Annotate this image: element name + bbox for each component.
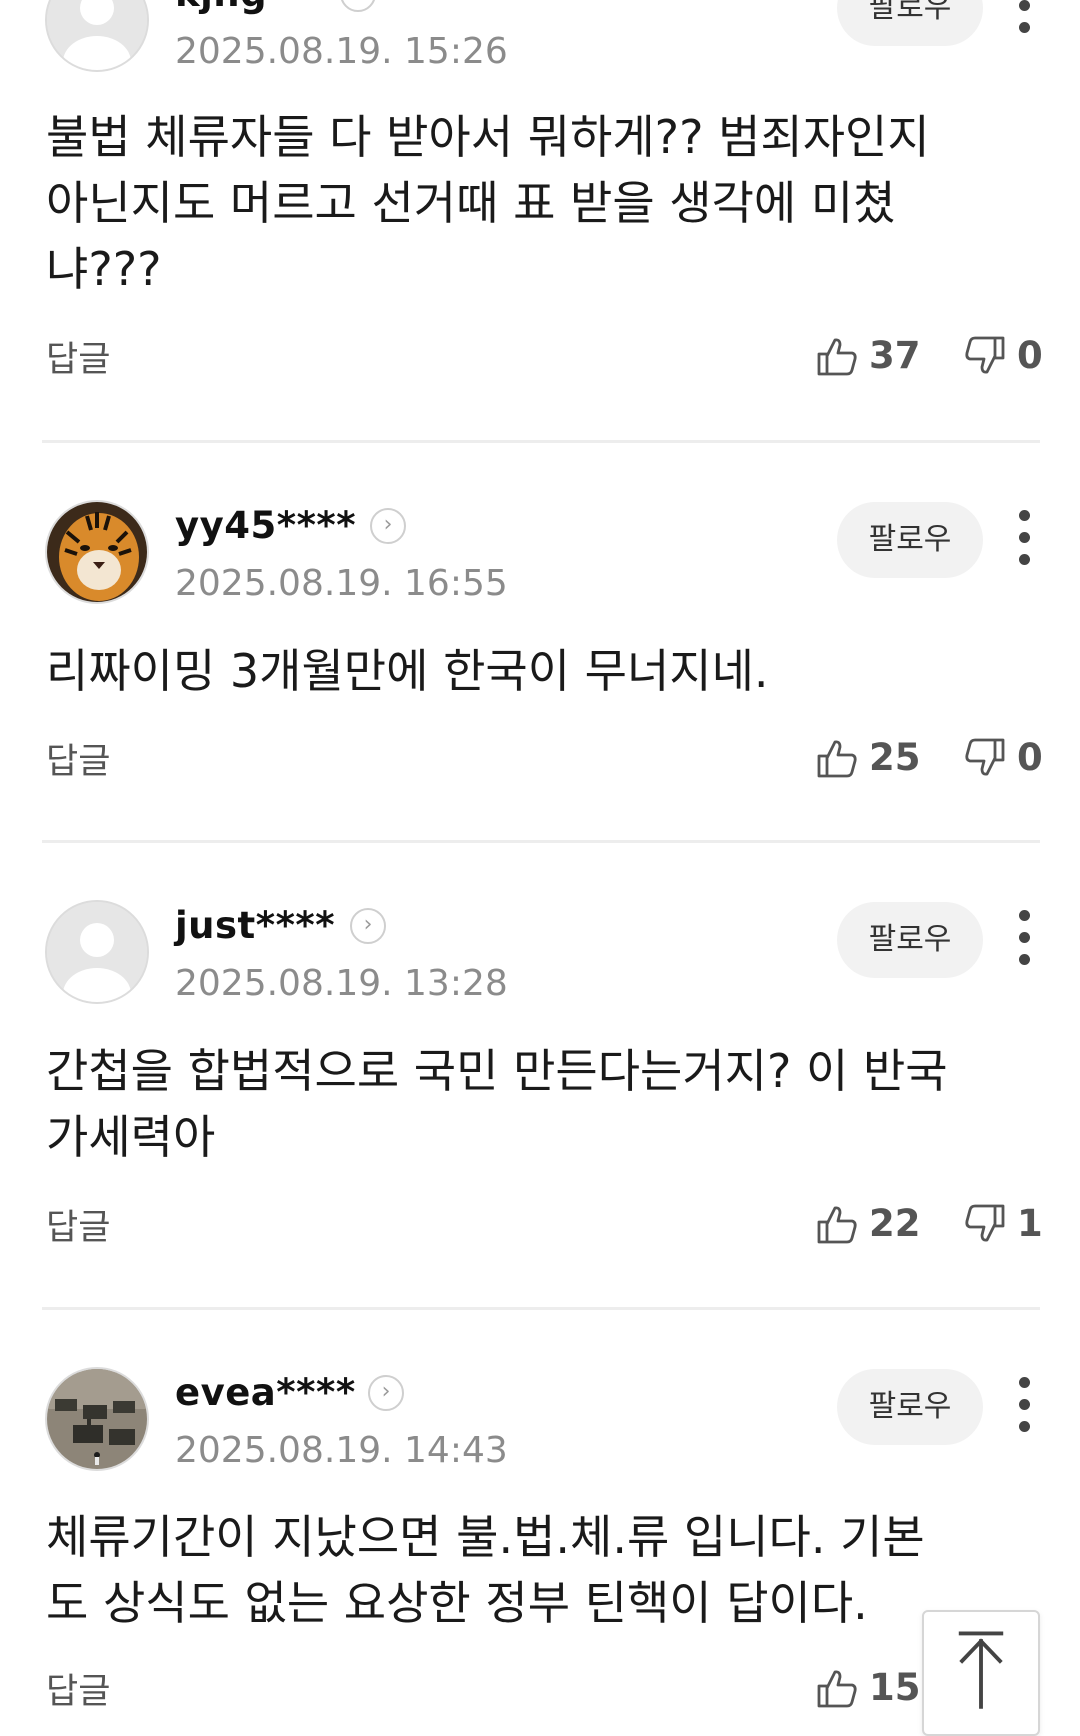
- thumbs-down-icon: [965, 336, 1005, 374]
- like-count: 15: [869, 1666, 921, 1709]
- dislike-button[interactable]: 1: [963, 1202, 1043, 1246]
- timestamp: 2025.08.19. 14:43: [175, 1430, 508, 1471]
- vertical-ellipsis-icon[interactable]: [1010, 0, 1040, 34]
- dislike-button[interactable]: 0: [963, 736, 1043, 780]
- divider: [42, 440, 1040, 443]
- username[interactable]: just****: [175, 904, 335, 948]
- chevron-right-icon[interactable]: ›: [368, 1375, 404, 1411]
- username[interactable]: yy45****: [175, 504, 356, 548]
- follow-button[interactable]: 팔로우: [837, 902, 983, 978]
- reply-button[interactable]: 답글: [46, 1670, 110, 1714]
- avatar[interactable]: [45, 900, 149, 1004]
- like-button[interactable]: 37: [815, 334, 921, 378]
- comment-body: 체류기간이 지났으면 불.법.체.류 입니다. 기본 도 상식도 없는 요상한 …: [46, 1510, 925, 1630]
- comment-body: 불법 체류자들 다 받아서 뭐하게?? 범죄자인지 아닌지도 머르고 선거때 표…: [46, 110, 930, 296]
- vertical-ellipsis-icon[interactable]: [1010, 910, 1040, 966]
- dislike-count: 0: [1017, 736, 1043, 779]
- like-button[interactable]: 22: [815, 1202, 921, 1246]
- timestamp: 2025.08.19. 13:28: [175, 963, 508, 1004]
- avatar[interactable]: [45, 0, 149, 72]
- thumbs-down-icon: [965, 738, 1005, 776]
- dislike-count: 1: [1017, 1202, 1043, 1245]
- avatar[interactable]: [45, 500, 149, 604]
- reply-button[interactable]: 답글: [46, 740, 110, 784]
- like-count: 22: [869, 1202, 921, 1245]
- timestamp: 2025.08.19. 15:26: [175, 31, 508, 72]
- timestamp: 2025.08.19. 16:55: [175, 563, 508, 604]
- chevron-right-icon[interactable]: ›: [340, 0, 376, 12]
- thumbs-down-icon: [965, 1204, 1005, 1242]
- tiger-avatar-image: [47, 502, 147, 602]
- reply-button[interactable]: 답글: [46, 338, 110, 382]
- username[interactable]: kjng: [175, 0, 267, 16]
- vertical-ellipsis-icon[interactable]: [1010, 510, 1040, 566]
- scroll-to-top-button[interactable]: [922, 1610, 1040, 1736]
- follow-button[interactable]: 팔로우: [837, 502, 983, 578]
- dislike-count: 0: [1017, 334, 1043, 377]
- like-button[interactable]: 25: [815, 736, 921, 780]
- divider: [42, 840, 1040, 843]
- reply-button[interactable]: 답글: [46, 1206, 110, 1250]
- divider: [42, 1307, 1040, 1310]
- avatar[interactable]: [45, 1367, 149, 1471]
- like-count: 37: [869, 334, 921, 377]
- comment-body: 간첩을 합법적으로 국민 만든다는거지? 이 반국 가세력아: [46, 1044, 948, 1164]
- thumbs-up-icon: [817, 338, 857, 376]
- username[interactable]: evea****: [175, 1371, 356, 1415]
- chevron-right-icon[interactable]: ›: [370, 508, 406, 544]
- thumbs-up-icon: [817, 740, 857, 778]
- default-avatar-icon: [47, 0, 147, 70]
- follow-button[interactable]: 팔로우: [837, 0, 983, 46]
- like-button[interactable]: 15: [815, 1666, 921, 1710]
- chevron-right-icon[interactable]: ›: [350, 908, 386, 944]
- like-count: 25: [869, 736, 921, 779]
- follow-button[interactable]: 팔로우: [837, 1369, 983, 1445]
- thumbs-up-icon: [817, 1670, 857, 1708]
- dislike-button[interactable]: 0: [963, 334, 1043, 378]
- comment-body: 리짜이밍 3개월만에 한국이 무너지네.: [46, 644, 769, 698]
- default-avatar-icon: [47, 902, 147, 1002]
- vertical-ellipsis-icon[interactable]: [1010, 1377, 1040, 1433]
- thumbs-up-icon: [817, 1206, 857, 1244]
- tanks-avatar-image: [47, 1369, 147, 1469]
- arrow-up-icon: [958, 1631, 1004, 1709]
